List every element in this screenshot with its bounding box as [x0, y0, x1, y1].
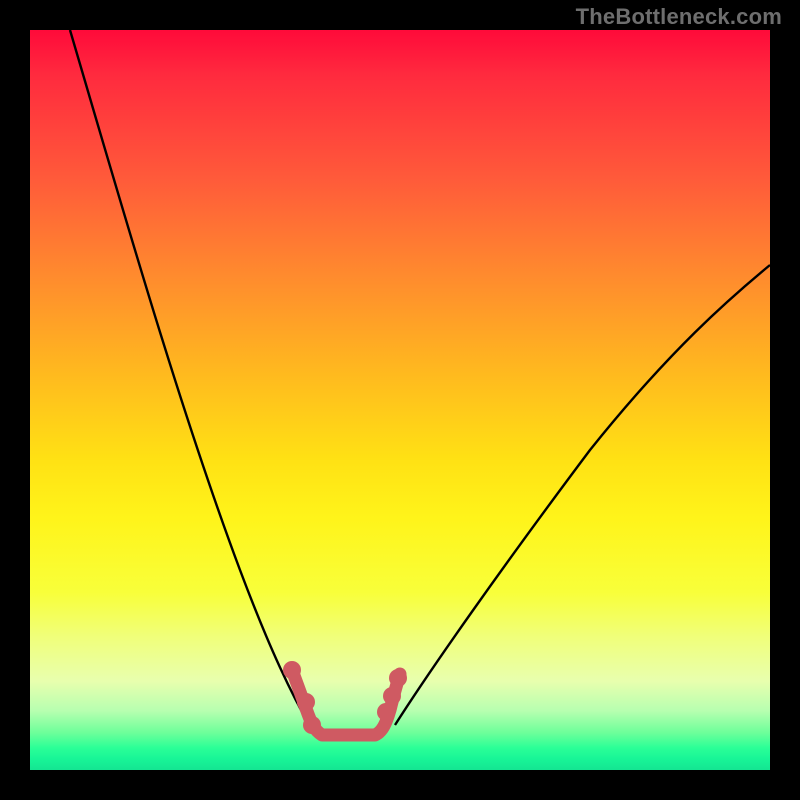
curve-layer: [30, 30, 770, 770]
plot-area: [30, 30, 770, 770]
watermark-text: TheBottleneck.com: [576, 4, 782, 30]
curve-left-arm: [70, 30, 312, 730]
chart-stage: TheBottleneck.com: [0, 0, 800, 800]
curve-right-arm: [395, 265, 770, 725]
